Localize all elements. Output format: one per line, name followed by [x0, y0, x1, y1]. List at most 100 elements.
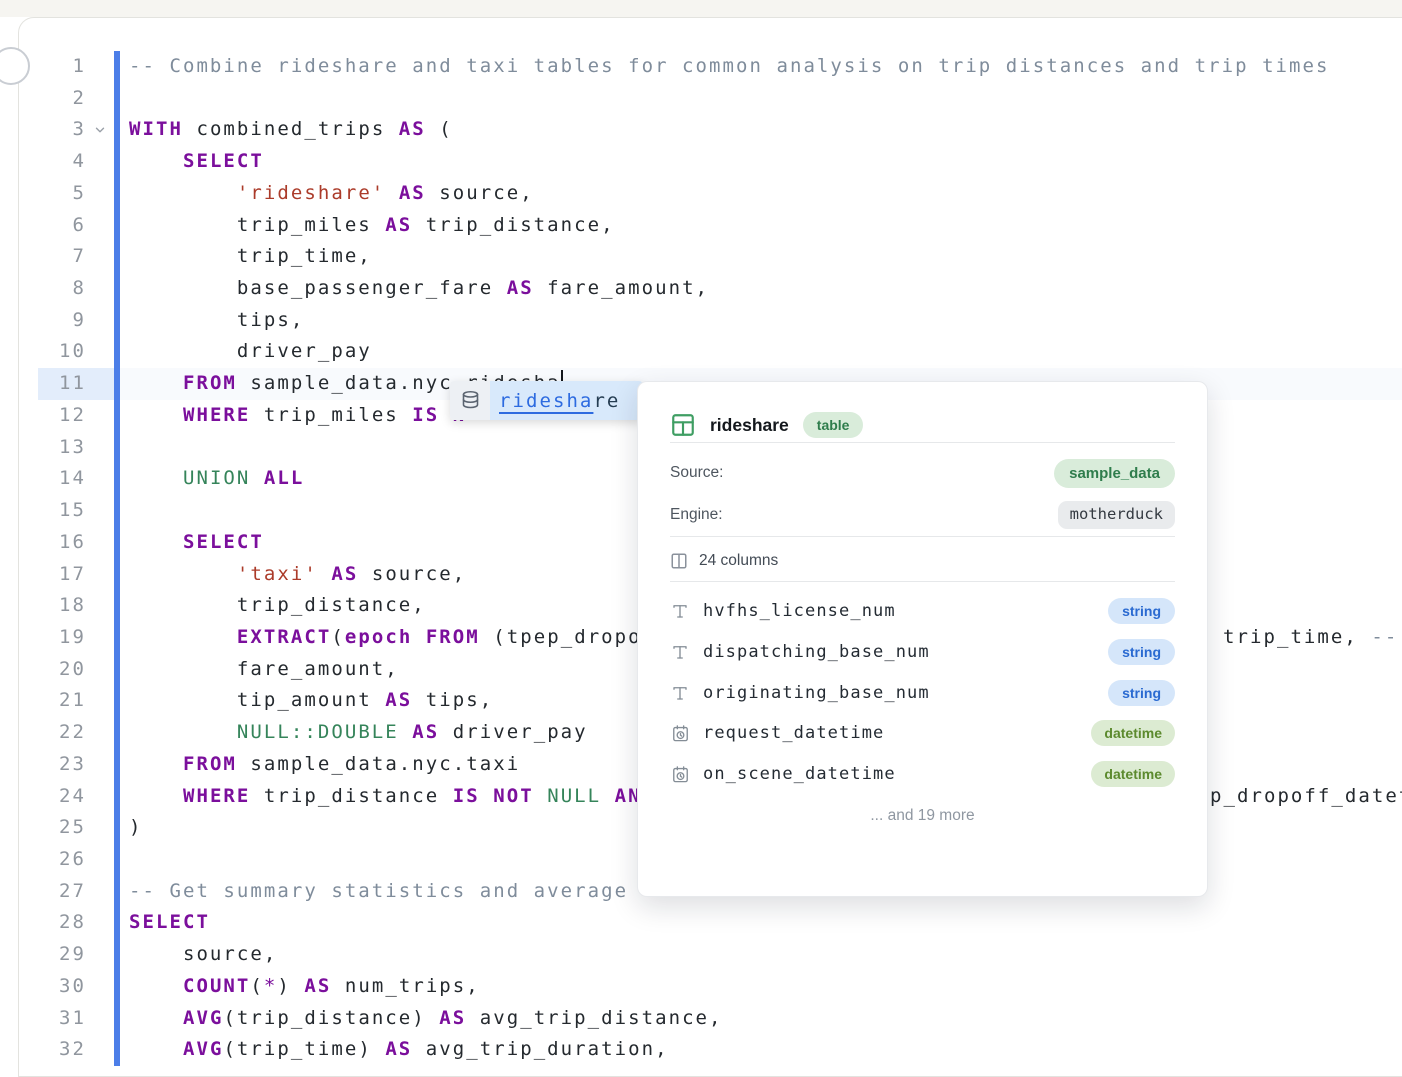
engine-row: Engine: motherduck [670, 494, 1175, 536]
line-number[interactable]: 7 [38, 241, 86, 273]
fold-gutter [86, 939, 114, 971]
line-number[interactable]: 16 [38, 527, 86, 559]
line-number[interactable]: 1 [38, 51, 86, 83]
code-line[interactable]: 8 base_passenger_fare AS fare_amount, [38, 273, 1402, 305]
autocomplete-rest-text: re [593, 390, 620, 412]
line-number[interactable]: 23 [38, 749, 86, 781]
code-line[interactable]: 29 source, [38, 939, 1402, 971]
type-string-icon [670, 643, 690, 661]
line-number[interactable]: 14 [38, 463, 86, 495]
fold-gutter [86, 717, 114, 749]
line-number[interactable]: 10 [38, 336, 86, 368]
column-row: dispatching_base_numstring [670, 632, 1175, 673]
line-number[interactable]: 21 [38, 685, 86, 717]
divider [670, 581, 1175, 582]
line-number[interactable]: 30 [38, 971, 86, 1003]
fold-gutter [86, 495, 114, 527]
line-number[interactable]: 4 [38, 146, 86, 178]
code-text: 'rideshare' AS source, [120, 178, 1402, 210]
columns-count-row: 24 columns [670, 541, 1175, 581]
column-type-badge: string [1108, 639, 1175, 665]
divider [670, 442, 1175, 443]
code-line[interactable]: 4 SELECT [38, 146, 1402, 178]
line-number[interactable]: 24 [38, 781, 86, 813]
autocomplete-matched-text: ridesha [499, 390, 593, 412]
columns-count-text: 24 columns [699, 552, 778, 570]
database-icon [450, 381, 490, 420]
code-text: AVG(trip_distance) AS avg_trip_distance, [120, 1003, 1402, 1035]
code-line[interactable]: 6 trip_miles AS trip_distance, [38, 210, 1402, 242]
code-line[interactable]: 31 AVG(trip_distance) AS avg_trip_distan… [38, 1003, 1402, 1035]
code-text: trip_miles AS trip_distance, [120, 210, 1402, 242]
fold-gutter [86, 241, 114, 273]
fold-gutter [86, 51, 114, 83]
line-number[interactable]: 17 [38, 559, 86, 591]
line-number[interactable]: 3 [38, 114, 86, 146]
clipped-circle-icon [0, 47, 30, 85]
line-number[interactable]: 15 [38, 495, 86, 527]
divider [670, 536, 1175, 537]
line-number[interactable]: 31 [38, 1003, 86, 1035]
line-number[interactable]: 11 [38, 368, 86, 400]
more-columns-text: ... and 19 more [670, 800, 1175, 832]
fold-gutter [86, 654, 114, 686]
fold-gutter [86, 1003, 114, 1035]
line-number[interactable]: 27 [38, 876, 86, 908]
type-string-icon [670, 684, 690, 702]
code-line[interactable]: 9 tips, [38, 305, 1402, 337]
code-line[interactable]: 30 COUNT(*) AS num_trips, [38, 971, 1402, 1003]
source-row: Source: sample_data [670, 452, 1175, 494]
type-string-icon [670, 602, 690, 620]
code-text-right-fragment: trip_time, -- [1223, 622, 1398, 654]
line-number[interactable]: 5 [38, 178, 86, 210]
engine-value-badge: motherduck [1058, 501, 1175, 529]
fold-gutter [86, 812, 114, 844]
line-number[interactable]: 18 [38, 590, 86, 622]
table-info-popup: rideshare table Source: sample_data Engi… [637, 381, 1208, 897]
code-line[interactable]: 5 'rideshare' AS source, [38, 178, 1402, 210]
line-number[interactable]: 12 [38, 400, 86, 432]
code-line[interactable]: 1 -- Combine rideshare and taxi tables fo… [38, 51, 1402, 83]
line-number[interactable]: 28 [38, 907, 86, 939]
code-text: SELECT [120, 146, 1402, 178]
code-text [120, 83, 1402, 115]
column-name: request_datetime [703, 723, 1078, 743]
line-number[interactable]: 26 [38, 844, 86, 876]
fold-gutter [86, 336, 114, 368]
fold-chevron-icon[interactable] [86, 114, 114, 146]
line-number[interactable]: 19 [38, 622, 86, 654]
line-number[interactable]: 32 [38, 1034, 86, 1066]
line-number[interactable]: 25 [38, 812, 86, 844]
fold-gutter [86, 178, 114, 210]
code-text: SELECT [120, 907, 1402, 939]
code-text: -- Combine rideshare and taxi tables for… [120, 51, 1402, 83]
code-text: source, [120, 939, 1402, 971]
line-number[interactable]: 22 [38, 717, 86, 749]
source-value-badge: sample_data [1054, 459, 1175, 488]
line-number[interactable]: 2 [38, 83, 86, 115]
column-row: hvfhs_license_numstring [670, 591, 1175, 632]
code-line[interactable]: 7 trip_time, [38, 241, 1402, 273]
column-type-badge: string [1108, 598, 1175, 624]
fold-gutter [86, 907, 114, 939]
line-number[interactable]: 6 [38, 210, 86, 242]
code-line[interactable]: 3 WITH combined_trips AS ( [38, 114, 1402, 146]
line-number[interactable]: 29 [38, 939, 86, 971]
code-text: WITH combined_trips AS ( [120, 114, 1402, 146]
column-row: request_datetimedatetime [670, 713, 1175, 754]
code-text: COUNT(*) AS num_trips, [120, 971, 1402, 1003]
fold-gutter [86, 685, 114, 717]
line-number[interactable]: 9 [38, 305, 86, 337]
calendar-clock-icon [670, 724, 690, 743]
code-line[interactable]: 32 AVG(trip_time) AS avg_trip_duration, [38, 1034, 1402, 1066]
column-type-badge: datetime [1091, 761, 1175, 787]
line-number[interactable]: 13 [38, 432, 86, 464]
line-number[interactable]: 8 [38, 273, 86, 305]
code-text: base_passenger_fare AS fare_amount, [120, 273, 1402, 305]
code-line[interactable]: 28 SELECT [38, 907, 1402, 939]
line-number[interactable]: 20 [38, 654, 86, 686]
autocomplete-item-rideshare[interactable]: rideshare [490, 381, 643, 420]
code-line[interactable]: 2 [38, 83, 1402, 115]
fold-gutter [86, 146, 114, 178]
code-line[interactable]: 10 driver_pay [38, 336, 1402, 368]
